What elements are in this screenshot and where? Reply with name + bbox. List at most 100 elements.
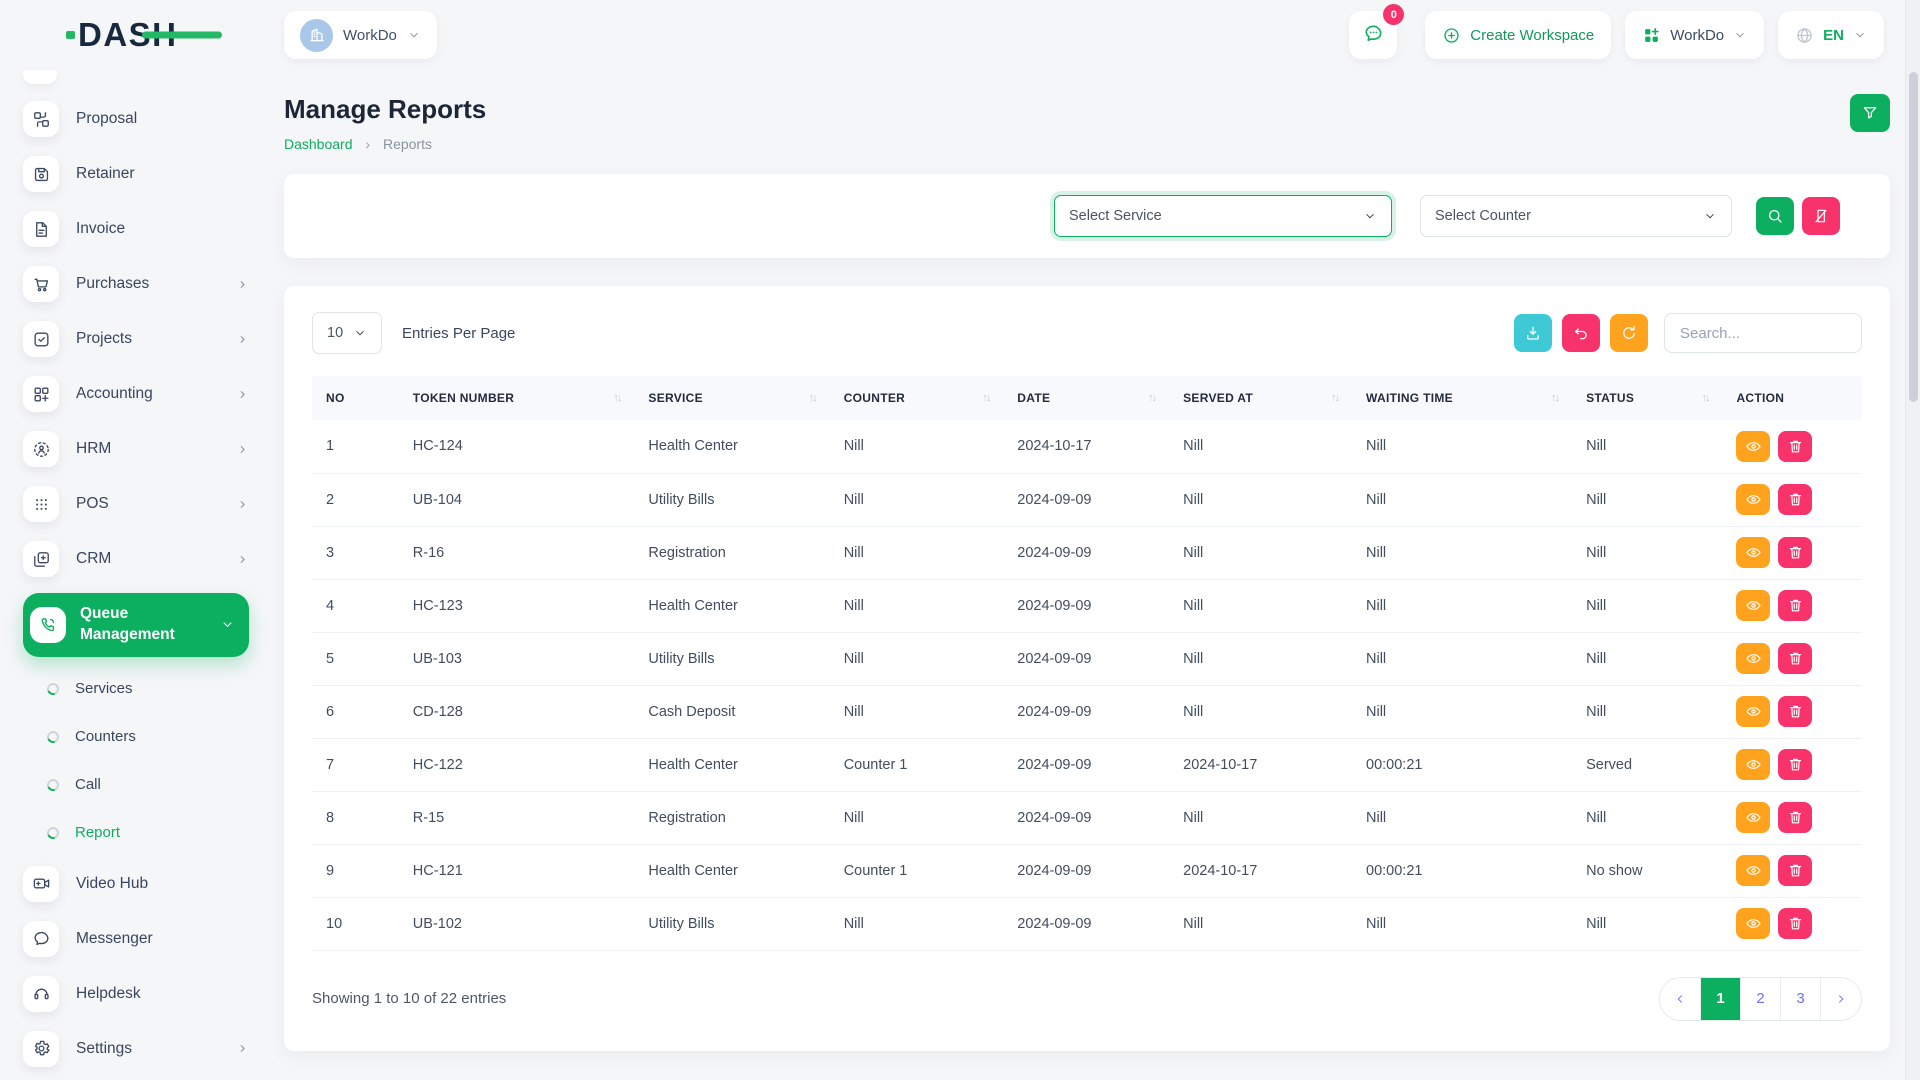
sort-icon[interactable]: ↑↓ (1331, 392, 1340, 404)
entries-per-page-select[interactable]: 10 (312, 312, 382, 354)
apply-filter-button[interactable] (1756, 197, 1794, 235)
pagination-prev-button[interactable] (1660, 978, 1701, 1020)
refresh-button[interactable] (1610, 314, 1648, 352)
counter-select[interactable]: Select Counter (1420, 195, 1732, 237)
delete-report-button[interactable] (1778, 484, 1812, 515)
cell-date: 2024-09-09 (1003, 473, 1169, 526)
sidebar-nav: Proposal Retainer Invoice Purchases Projects… (23, 98, 284, 1070)
delete-report-button[interactable] (1778, 696, 1812, 727)
sidebar-item-label: POS (76, 495, 109, 513)
sidebar-item-hrm[interactable]: HRM (23, 428, 249, 470)
cell-action (1722, 473, 1862, 526)
sidebar-item-invoice[interactable]: Invoice (23, 208, 249, 250)
bullet-icon (45, 825, 61, 841)
view-report-button[interactable] (1736, 537, 1770, 568)
sidebar-subitem-counters[interactable]: Counters (23, 719, 284, 755)
workspace-building-icon (300, 19, 333, 52)
cell-waiting_time: Nill (1352, 632, 1572, 685)
reset-button[interactable] (1562, 314, 1600, 352)
cell-no: 3 (312, 526, 399, 579)
sidebar-item-messenger[interactable]: Messenger (23, 918, 249, 960)
view-report-button[interactable] (1736, 590, 1770, 621)
sidebar-item-accounting[interactable]: Accounting (23, 373, 249, 415)
view-report-button[interactable] (1736, 431, 1770, 462)
sidebar-item-projects[interactable]: Projects (23, 318, 249, 360)
cell-served_at: Nill (1169, 579, 1352, 632)
sidebar-item-helpdesk[interactable]: Helpdesk (23, 973, 249, 1015)
sidebar-subitem-services[interactable]: Services (23, 671, 284, 707)
sidebar-subitem-label: Report (75, 824, 120, 841)
cell-served_at: Nill (1169, 897, 1352, 950)
column-header-date[interactable]: DATE↑↓ (1003, 376, 1169, 420)
view-report-button[interactable] (1736, 643, 1770, 674)
sidebar-item-retainer[interactable]: Retainer (23, 153, 249, 195)
plus-circle-icon (1442, 26, 1461, 45)
clear-filter-button[interactable] (1802, 197, 1840, 235)
view-report-button[interactable] (1736, 696, 1770, 727)
view-report-button[interactable] (1736, 802, 1770, 833)
cell-no: 6 (312, 685, 399, 738)
view-report-button[interactable] (1736, 855, 1770, 886)
view-report-button[interactable] (1736, 749, 1770, 780)
cell-status: Nill (1572, 526, 1722, 579)
sidebar-item-settings[interactable]: Settings (23, 1028, 249, 1070)
messenger-icon (23, 921, 59, 957)
sidebar-item-pos[interactable]: POS (23, 483, 249, 525)
sort-icon[interactable]: ↑↓ (809, 392, 818, 404)
sidebar-item-crm[interactable]: CRM (23, 538, 249, 580)
delete-report-button[interactable] (1778, 590, 1812, 621)
export-button[interactable] (1514, 314, 1552, 352)
sidebar-subitem-report[interactable]: Report (23, 815, 284, 851)
sidebar-item-queue-management[interactable]: Queue Management (23, 593, 249, 657)
table-footer: Showing 1 to 10 of 22 entries 123 (312, 977, 1862, 1021)
pagination-next-button[interactable] (1821, 978, 1861, 1020)
delete-report-button[interactable] (1778, 643, 1812, 674)
sidebar-item-purchases[interactable]: Purchases (23, 263, 249, 305)
workdo-apps-button[interactable]: WorkDo (1625, 11, 1764, 59)
column-header-waiting-time[interactable]: WAITING TIME↑↓ (1352, 376, 1572, 420)
pagination-page-3[interactable]: 3 (1781, 978, 1821, 1020)
sort-icon[interactable]: ↑↓ (1551, 392, 1560, 404)
column-header-served-at[interactable]: SERVED AT↑↓ (1169, 376, 1352, 420)
breadcrumb-separator-icon: › (365, 136, 370, 152)
delete-report-button[interactable] (1778, 855, 1812, 886)
sort-icon[interactable]: ↑↓ (613, 392, 622, 404)
cell-action (1722, 791, 1862, 844)
column-header-counter[interactable]: COUNTER↑↓ (830, 376, 1004, 420)
service-select[interactable]: Select Service (1054, 195, 1392, 237)
language-selector[interactable]: EN (1778, 11, 1884, 59)
filter-toggle-button[interactable] (1850, 94, 1890, 132)
cell-token: R-15 (399, 791, 635, 844)
pagination-page-1[interactable]: 1 (1701, 978, 1741, 1020)
cell-counter: Nill (830, 632, 1004, 685)
delete-report-button[interactable] (1778, 749, 1812, 780)
sort-icon[interactable]: ↑↓ (982, 392, 991, 404)
view-report-button[interactable] (1736, 908, 1770, 939)
app-logo[interactable]: DASH (66, 16, 178, 54)
delete-report-button[interactable] (1778, 908, 1812, 939)
column-header-status[interactable]: STATUS↑↓ (1572, 376, 1722, 420)
sidebar-item-cutoff[interactable] (23, 70, 57, 84)
scrollbar-thumb[interactable] (1909, 72, 1918, 402)
messages-button[interactable]: 0 (1349, 11, 1397, 59)
sidebar-subitem-call[interactable]: Call (23, 767, 284, 803)
cell-token: UB-104 (399, 473, 635, 526)
view-report-button[interactable] (1736, 484, 1770, 515)
breadcrumb-dashboard-link[interactable]: Dashboard (284, 136, 353, 152)
delete-report-button[interactable] (1778, 431, 1812, 462)
sidebar-item-video-hub[interactable]: Video Hub (23, 863, 249, 905)
workspace-selector[interactable]: WorkDo (284, 11, 437, 59)
table-search-input[interactable] (1664, 313, 1862, 353)
column-header-token-number[interactable]: TOKEN NUMBER↑↓ (399, 376, 635, 420)
sort-icon[interactable]: ↑↓ (1148, 392, 1157, 404)
delete-report-button[interactable] (1778, 802, 1812, 833)
delete-report-button[interactable] (1778, 537, 1812, 568)
create-workspace-button[interactable]: Create Workspace (1425, 11, 1611, 59)
pagination-page-2[interactable]: 2 (1741, 978, 1781, 1020)
cell-action (1722, 632, 1862, 685)
sidebar-item-proposal[interactable]: Proposal (23, 98, 249, 140)
page-scrollbar[interactable] (1905, 0, 1920, 1080)
page-title: Manage Reports (284, 94, 486, 125)
sort-icon[interactable]: ↑↓ (1701, 392, 1710, 404)
column-header-service[interactable]: SERVICE↑↓ (634, 376, 829, 420)
